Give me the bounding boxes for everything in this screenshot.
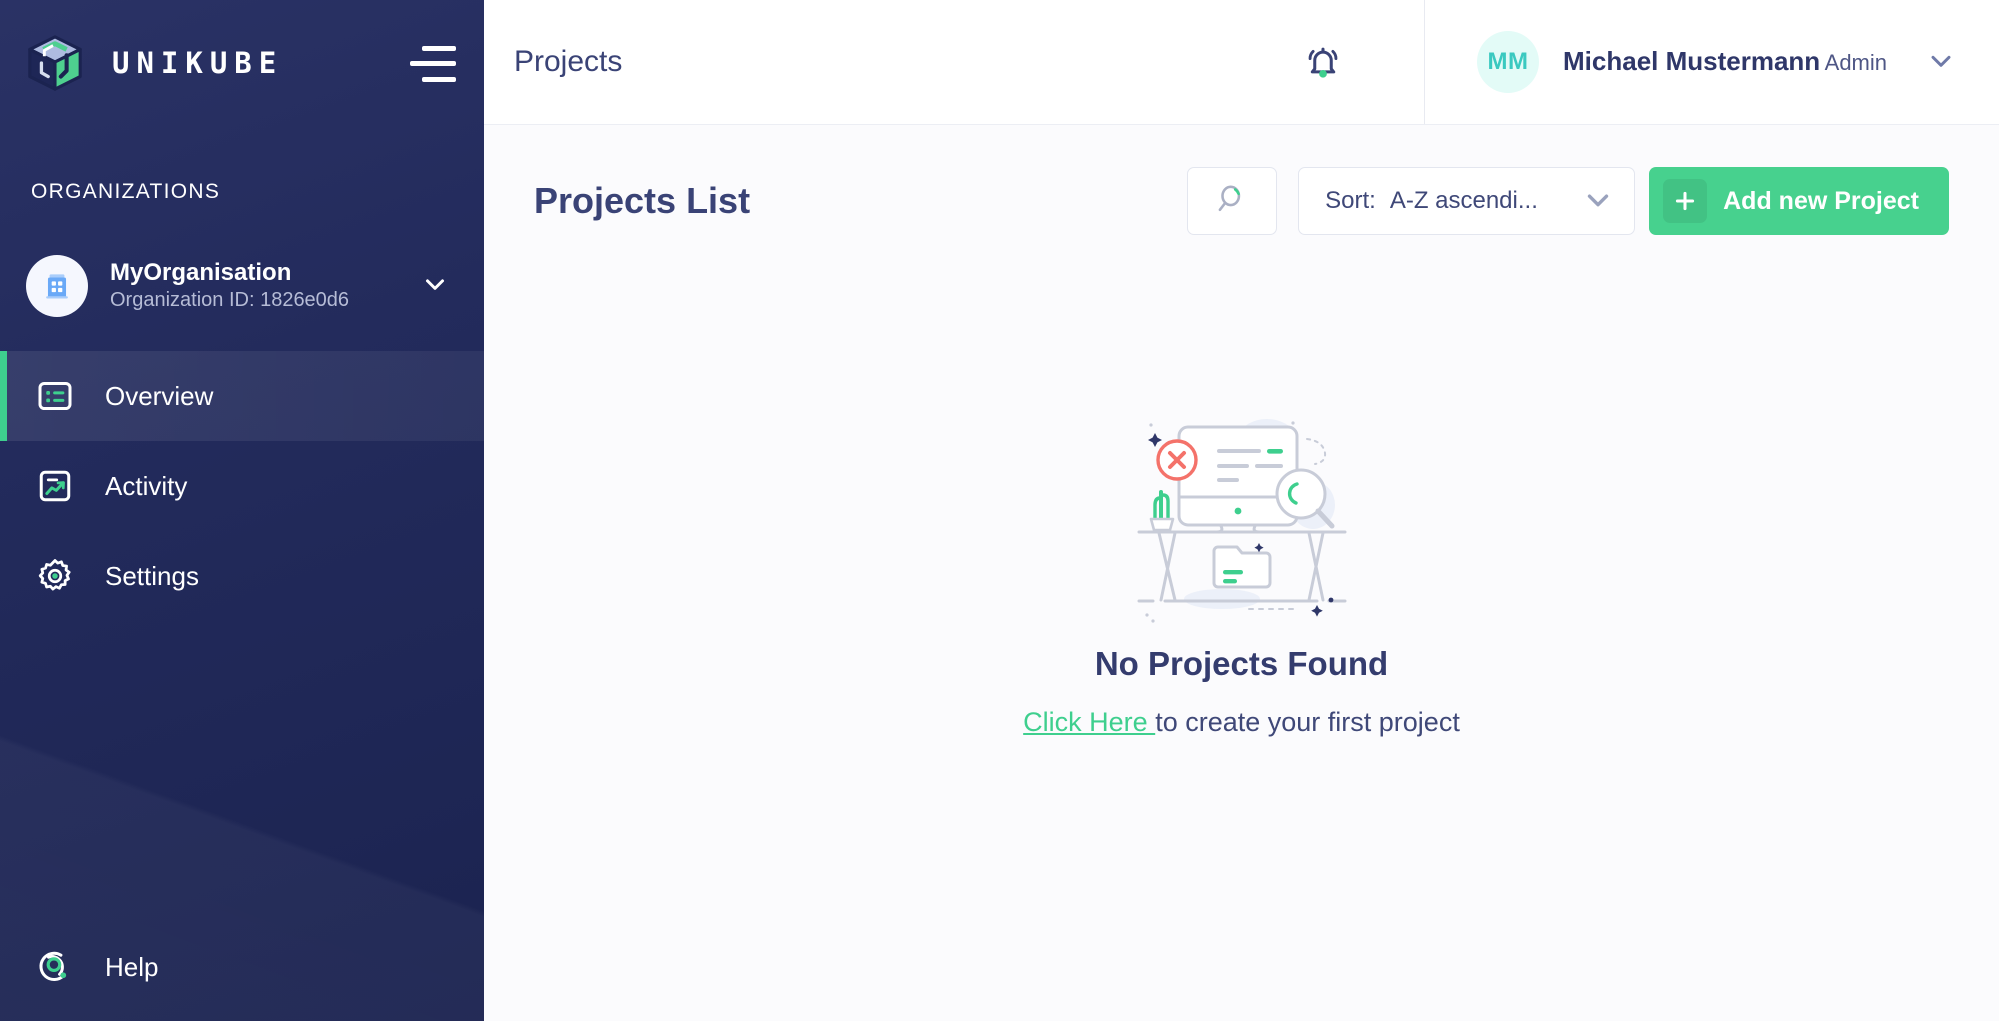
bell-icon[interactable] — [1290, 29, 1356, 95]
create-first-project-link[interactable]: Click Here — [1023, 707, 1155, 737]
organization-id: Organization ID: 1826e0d6 — [110, 289, 350, 312]
search-input[interactable] — [1187, 167, 1278, 235]
organizations-section-label: ORGANIZATIONS — [31, 180, 221, 203]
help-orbit-icon — [33, 945, 77, 989]
content-area: Projects List Sort: A-Z ascendi... Add n… — [484, 125, 1999, 1021]
sidebar-item-settings[interactable]: Settings — [0, 531, 484, 621]
sidebar-item-label: Settings — [105, 560, 199, 591]
sidebar-item-label: Activity — [105, 470, 188, 501]
add-new-project-button[interactable]: Add new Project — [1649, 167, 1949, 235]
topbar-right-group: MM Michael Mustermann Admin — [1290, 0, 1957, 124]
sidebar: UNIKUBE ORGANIZATIONS MyOrganisation Org… — [0, 0, 484, 1021]
empty-state-title: No Projects Found — [1094, 645, 1389, 682]
main-area: Projects MM Michael Mustermann Admin Pro… — [484, 0, 1999, 1021]
sidebar-item-help[interactable]: Help — [0, 913, 484, 1021]
sort-dropdown[interactable]: Sort: A-Z ascendi... — [1298, 167, 1636, 235]
empty-state: No Projects Found Click Here to create y… — [484, 387, 1999, 738]
list-box-icon — [33, 374, 77, 418]
sort-label: Sort: — [1325, 187, 1376, 214]
chevron-down-icon[interactable] — [1925, 44, 1957, 81]
user-info: Michael Mustermann Admin — [1563, 46, 1887, 78]
sidebar-nav: Overview Activity Settings — [0, 351, 484, 621]
sidebar-item-label: Help — [105, 951, 159, 982]
chevron-down-icon[interactable] — [1581, 182, 1615, 221]
user-name: Michael Mustermann — [1563, 46, 1821, 77]
sidebar-item-label: Overview — [105, 380, 214, 411]
chevron-down-icon[interactable] — [420, 269, 450, 304]
toolbar-controls: Sort: A-Z ascendi... Add new Project — [1187, 167, 1949, 235]
plus-icon — [1663, 179, 1708, 223]
sidebar-item-overview[interactable]: Overview — [0, 351, 484, 441]
topbar: Projects MM Michael Mustermann Admin — [484, 0, 1999, 125]
hamburger-menu-icon[interactable] — [410, 44, 456, 82]
search-icon — [1214, 181, 1250, 222]
organization-selector[interactable]: MyOrganisation Organization ID: 1826e0d6 — [0, 243, 484, 329]
empty-state-message-text: to create your first project — [1155, 707, 1460, 737]
brand-header: UNIKUBE — [0, 0, 484, 125]
unikube-cube-logo-icon — [24, 32, 86, 94]
user-menu[interactable]: MM Michael Mustermann Admin — [1477, 31, 1957, 93]
projects-toolbar: Projects List Sort: A-Z ascendi... Add n… — [534, 167, 1949, 235]
organization-name: MyOrganisation — [110, 258, 292, 286]
avatar: MM — [1477, 31, 1540, 93]
page-breadcrumb-title: Projects — [514, 45, 623, 78]
topbar-divider — [1424, 0, 1426, 124]
no-projects-illustration-icon — [1117, 387, 1367, 627]
building-icon — [26, 255, 88, 317]
empty-state-message: Click Here to create your first project — [1023, 707, 1460, 738]
sort-value: A-Z ascendi... — [1389, 187, 1538, 214]
app-root: UNIKUBE ORGANIZATIONS MyOrganisation Org… — [0, 0, 1999, 1021]
user-role: Admin — [1824, 50, 1887, 76]
organization-info: MyOrganisation Organization ID: 1826e0d6 — [110, 259, 420, 313]
gear-icon — [33, 554, 77, 598]
add-new-project-label: Add new Project — [1723, 186, 1919, 215]
page-title: Projects List — [534, 180, 751, 221]
chart-box-icon — [33, 464, 77, 508]
sidebar-item-activity[interactable]: Activity — [0, 441, 484, 531]
brand-name: UNIKUBE — [112, 45, 284, 80]
